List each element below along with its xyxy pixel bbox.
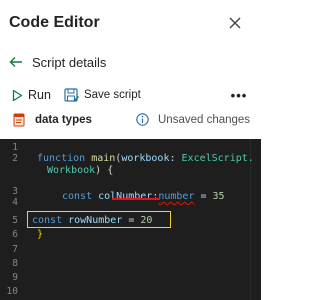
save-icon [64, 87, 79, 102]
back-label: Script details [32, 54, 107, 70]
line-number: 1 [12, 142, 18, 153]
back-arrow-icon [9, 57, 22, 67]
run-button[interactable]: Run [12, 88, 51, 102]
code-token: workbook [121, 153, 170, 164]
line-number: 5 [12, 215, 18, 226]
code-token: 35 [212, 191, 225, 202]
code-editor[interactable]: 1 2 3 4 5 6 7 8 9 10 11 function main(wo… [0, 139, 261, 300]
back-to-script-details[interactable]: Script details [9, 52, 106, 72]
save-label: Save script [83, 89, 141, 101]
status-label: Unsaved changes [158, 113, 251, 126]
annotation-underline [112, 198, 160, 200]
line-number: 10 [6, 286, 18, 297]
save-status: Unsaved changes [136, 113, 250, 126]
code-line[interactable]: function main(workbook: ExcelScript. [37, 153, 254, 164]
line-number: 8 [12, 258, 18, 269]
run-icon [12, 89, 23, 101]
save-script-button[interactable]: Save script [64, 87, 141, 103]
toolbar: Run Save script ••• [12, 85, 252, 105]
more-icon: ••• [230, 87, 248, 103]
code-token: ExcelScript. [181, 153, 254, 164]
close-icon [229, 17, 241, 29]
script-info-row: data types Unsaved changes [13, 113, 258, 133]
script-file-icon [13, 113, 25, 127]
code-line[interactable]: Workbook) { [47, 165, 113, 176]
line-number: 4 [12, 197, 18, 208]
page-title: Code Editor [9, 14, 100, 31]
script-name-label: data types [35, 114, 92, 126]
code-token: ) { [95, 165, 114, 176]
info-icon [136, 113, 149, 126]
header: Code Editor [0, 0, 261, 50]
code-token: main [91, 153, 116, 164]
line-number: 2 [12, 153, 18, 164]
code-line[interactable]: const colNumber:number = 35 [62, 191, 225, 202]
run-label: Run [28, 88, 51, 102]
annotation-highlight-box [27, 211, 171, 228]
code-token: const [62, 191, 99, 202]
code-token: Workbook [47, 165, 96, 176]
code-token: } [37, 229, 44, 240]
code-token: function [37, 153, 92, 164]
more-options-button[interactable]: ••• [228, 85, 250, 105]
line-number: 7 [12, 244, 18, 255]
line-number: 6 [12, 229, 18, 240]
code-line[interactable]: } [37, 229, 43, 240]
code-token: : [169, 153, 182, 164]
code-token: = [194, 191, 213, 202]
close-button[interactable] [226, 14, 244, 32]
code-token: number [158, 191, 195, 202]
line-number: 3 [12, 186, 18, 197]
script-name: data types [13, 113, 92, 127]
code-token: colNumber [98, 191, 153, 202]
line-number: 9 [12, 272, 18, 283]
